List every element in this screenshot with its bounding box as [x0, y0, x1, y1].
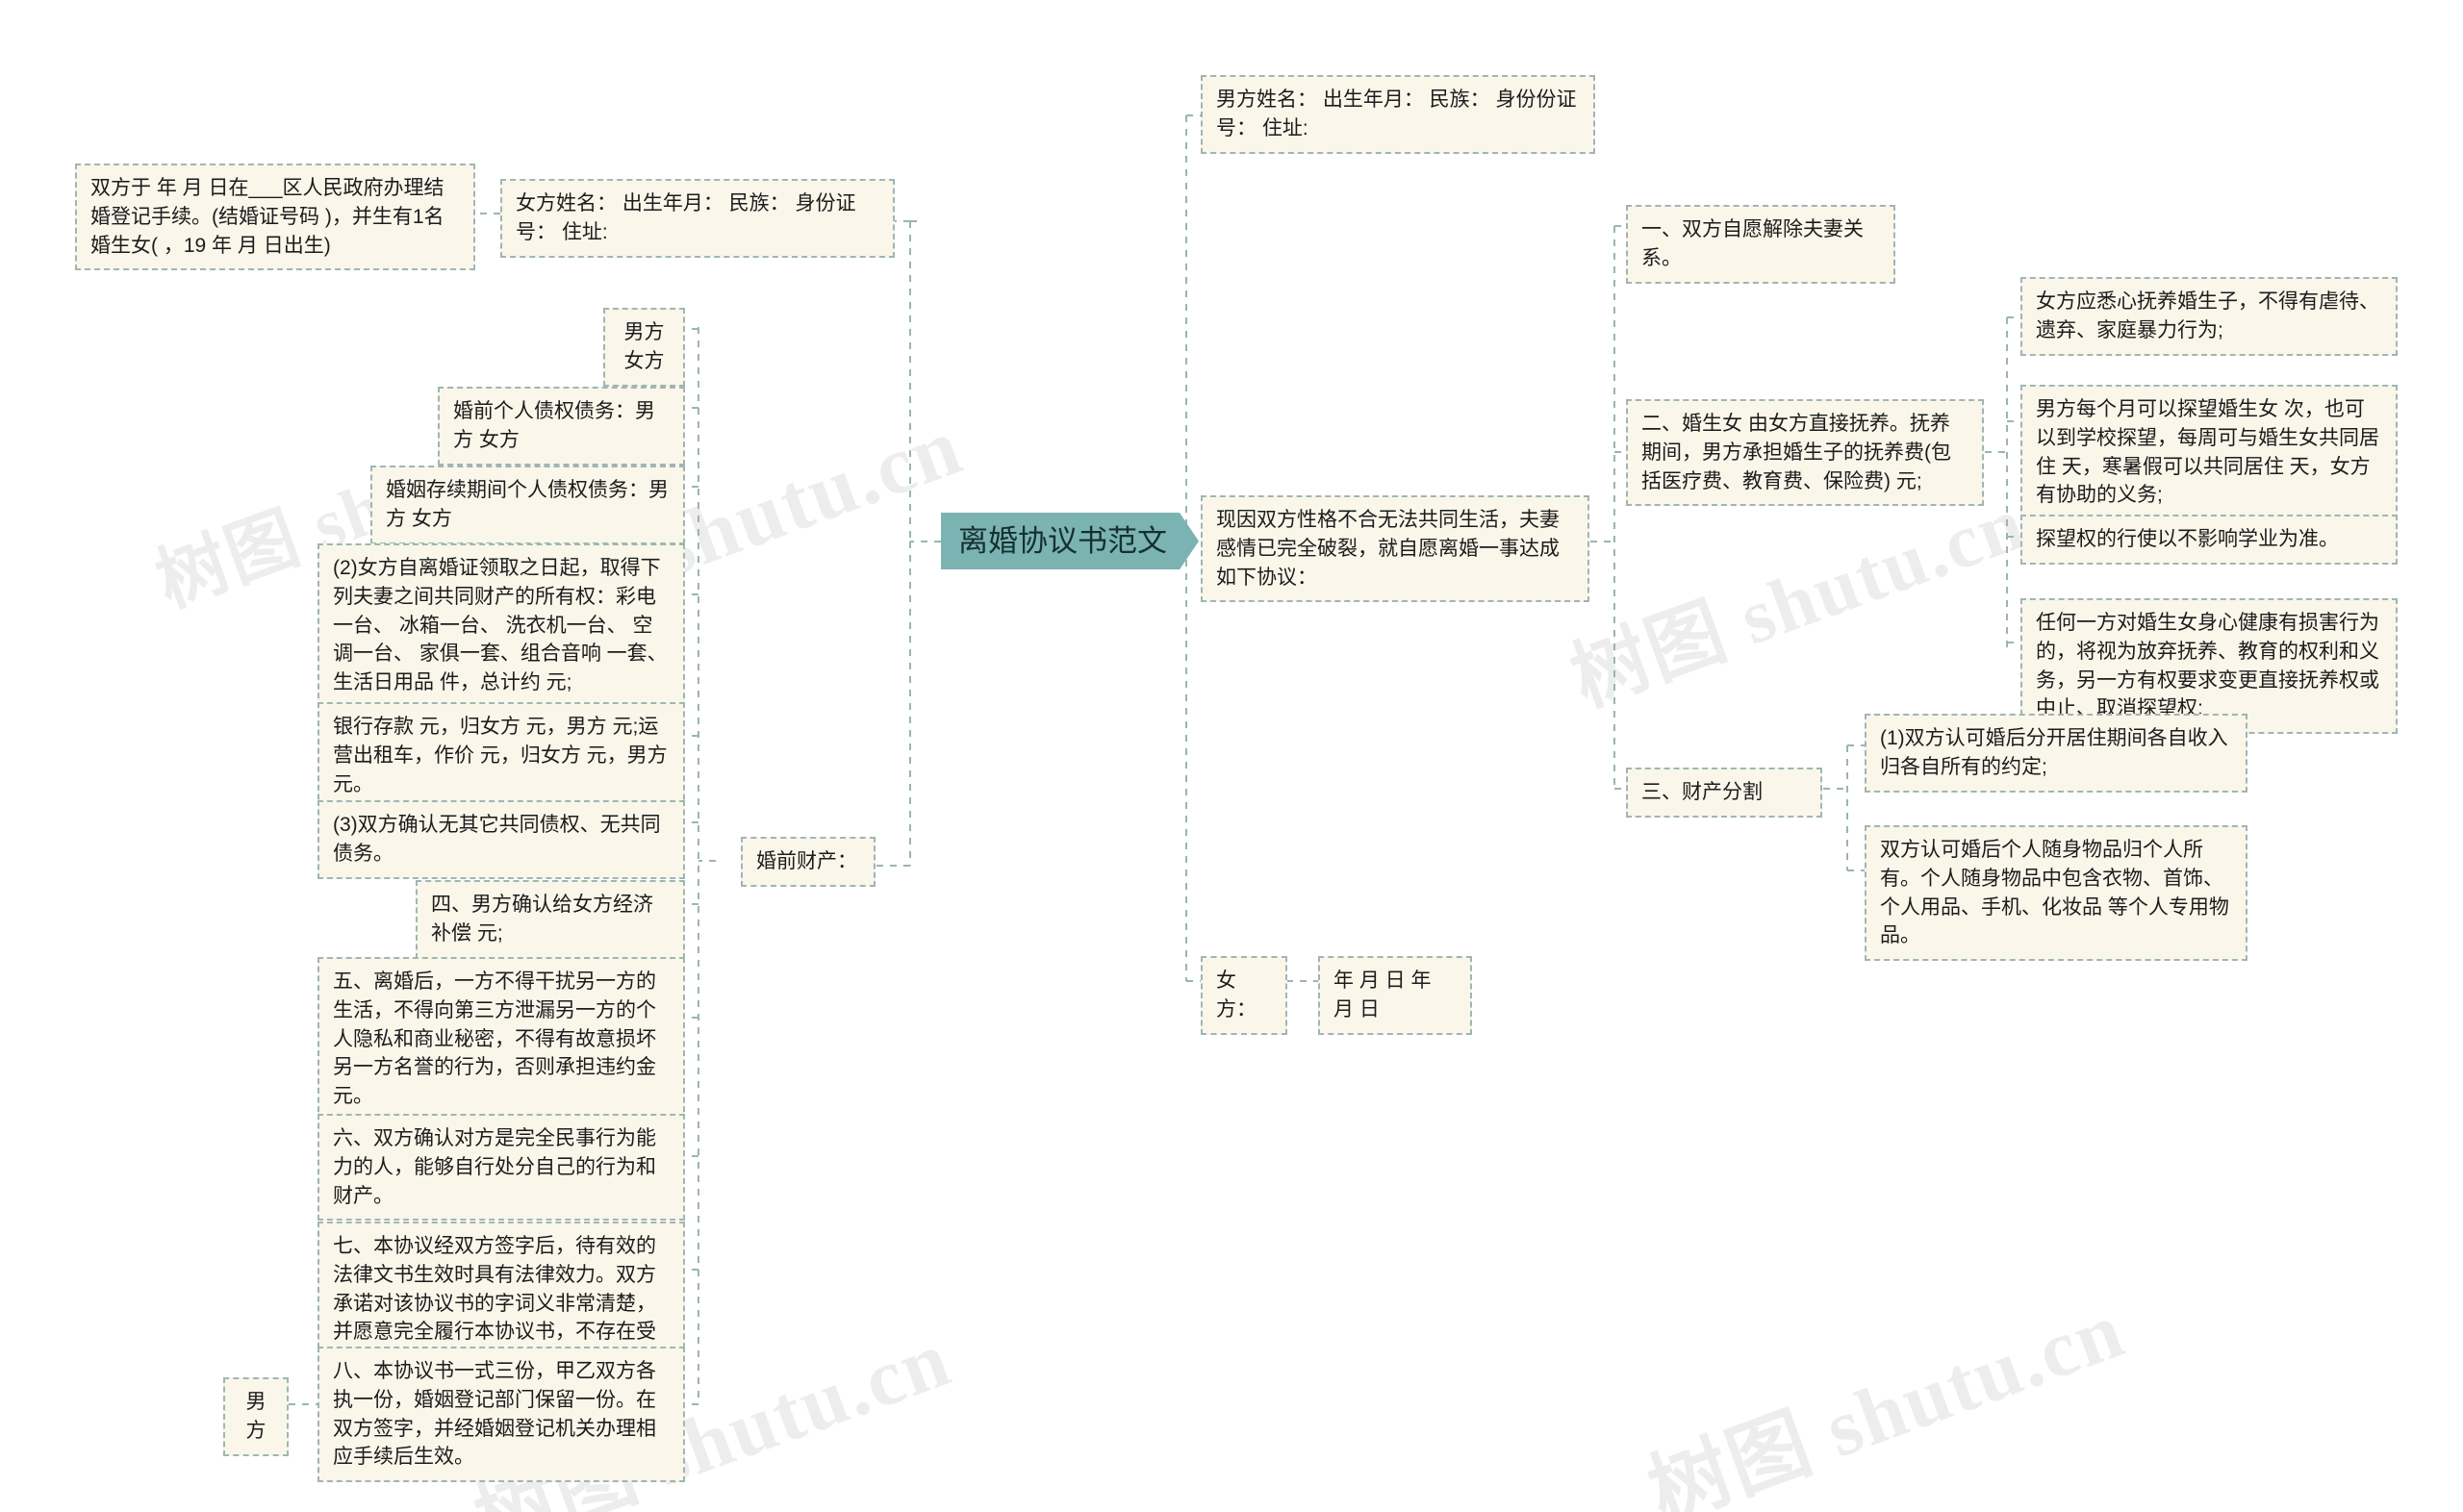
node-marriage-registration[interactable]: 双方于 年 月 日在___区人民政府办理结婚登记手续。(结婚证号码 )，并生有1…	[75, 164, 475, 271]
node-personal-items[interactable]: 双方认可婚后个人随身物品归个人所有。个人随身物品中包含衣物、首饰、个人用品、手机…	[1865, 825, 2247, 962]
node-premarital-debt[interactable]: 婚前个人债权债务：男方 女方	[438, 387, 685, 466]
node-preamble[interactable]: 现因双方性格不合无法共同生活，夫妻感情已完全破裂，就自愿离婚一事达成如下协议：	[1201, 495, 1589, 603]
watermark: 树图 shutu.cn	[1638, 1284, 2136, 1512]
node-joint-property[interactable]: (2)女方自离婚证领取之日起，取得下列夫妻之间共同财产的所有权：彩电一台、 冰箱…	[317, 543, 685, 709]
node-husband-info[interactable]: 男方姓名： 出生年月： 民族： 身份份证号： 住址:	[1201, 75, 1595, 154]
node-three-copies[interactable]: 八、本协议书一式三份，甲乙双方各执一份，婚姻登记部门保留一份。在双方签字，并经婚…	[317, 1347, 685, 1483]
node-no-interference[interactable]: 五、离婚后，一方不得干扰另一方的生活，不得向第三方泄漏另一方的个人隐私和商业秘密…	[317, 957, 685, 1122]
node-article-one[interactable]: 一、双方自愿解除夫妻关系。	[1626, 205, 1895, 284]
node-article-three[interactable]: 三、财产分割	[1626, 768, 1822, 818]
node-civil-capacity[interactable]: 六、双方确认对方是完全民事行为能力的人，能够自行处分自己的行为和财产。	[317, 1114, 685, 1222]
node-visitation[interactable]: 男方每个月可以探望婚生女 次，也可以到学校探望，每周可与婚生女共同居住 天，寒暑…	[2020, 385, 2398, 521]
node-raise-duty[interactable]: 女方应悉心抚养婚生子，不得有虐待、遗弃、家庭暴力行为;	[2020, 277, 2398, 356]
node-date-line[interactable]: 年 月 日 年 月 日	[1318, 956, 1472, 1035]
node-husband-signature[interactable]: 男方	[223, 1377, 289, 1456]
node-visitation-study[interactable]: 探望权的行使以不影响学业为准。	[2020, 515, 2398, 565]
node-wife-signature[interactable]: 女方：	[1201, 956, 1287, 1035]
root-node[interactable]: 离婚协议书范文	[941, 513, 1199, 569]
node-wife-info[interactable]: 女方姓名： 出生年月： 民族： 身份证号： 住址:	[500, 179, 895, 258]
node-husband-wife-pair[interactable]: 男方 女方	[603, 308, 685, 387]
root-label: 离婚协议书范文	[958, 524, 1167, 558]
node-separate-income[interactable]: (1)双方认可婚后分开居住期间各自收入归各自所有的约定;	[1865, 714, 2247, 793]
mindmap-canvas: 树图 shutu.cn 树图 shutu.cn 树图 shutu.cn 树图 s…	[0, 0, 2463, 1512]
node-no-other-debt[interactable]: (3)双方确认无其它共同债权、无共同债务。	[317, 800, 685, 879]
node-premarital-property[interactable]: 婚前财产：	[741, 837, 876, 887]
node-bank-deposit[interactable]: 银行存款 元，归女方 元，男方 元;运营出租车，作价 元，归女方 元，男方 元。	[317, 702, 685, 810]
node-compensation[interactable]: 四、男方确认给女方经济补偿 元;	[416, 880, 685, 959]
node-during-marriage-debt[interactable]: 婚姻存续期间个人债权债务：男方 女方	[370, 466, 685, 544]
node-article-two[interactable]: 二、婚生女 由女方直接抚养。抚养期间，男方承担婚生子的抚养费(包括医疗费、教育费…	[1626, 399, 1984, 507]
